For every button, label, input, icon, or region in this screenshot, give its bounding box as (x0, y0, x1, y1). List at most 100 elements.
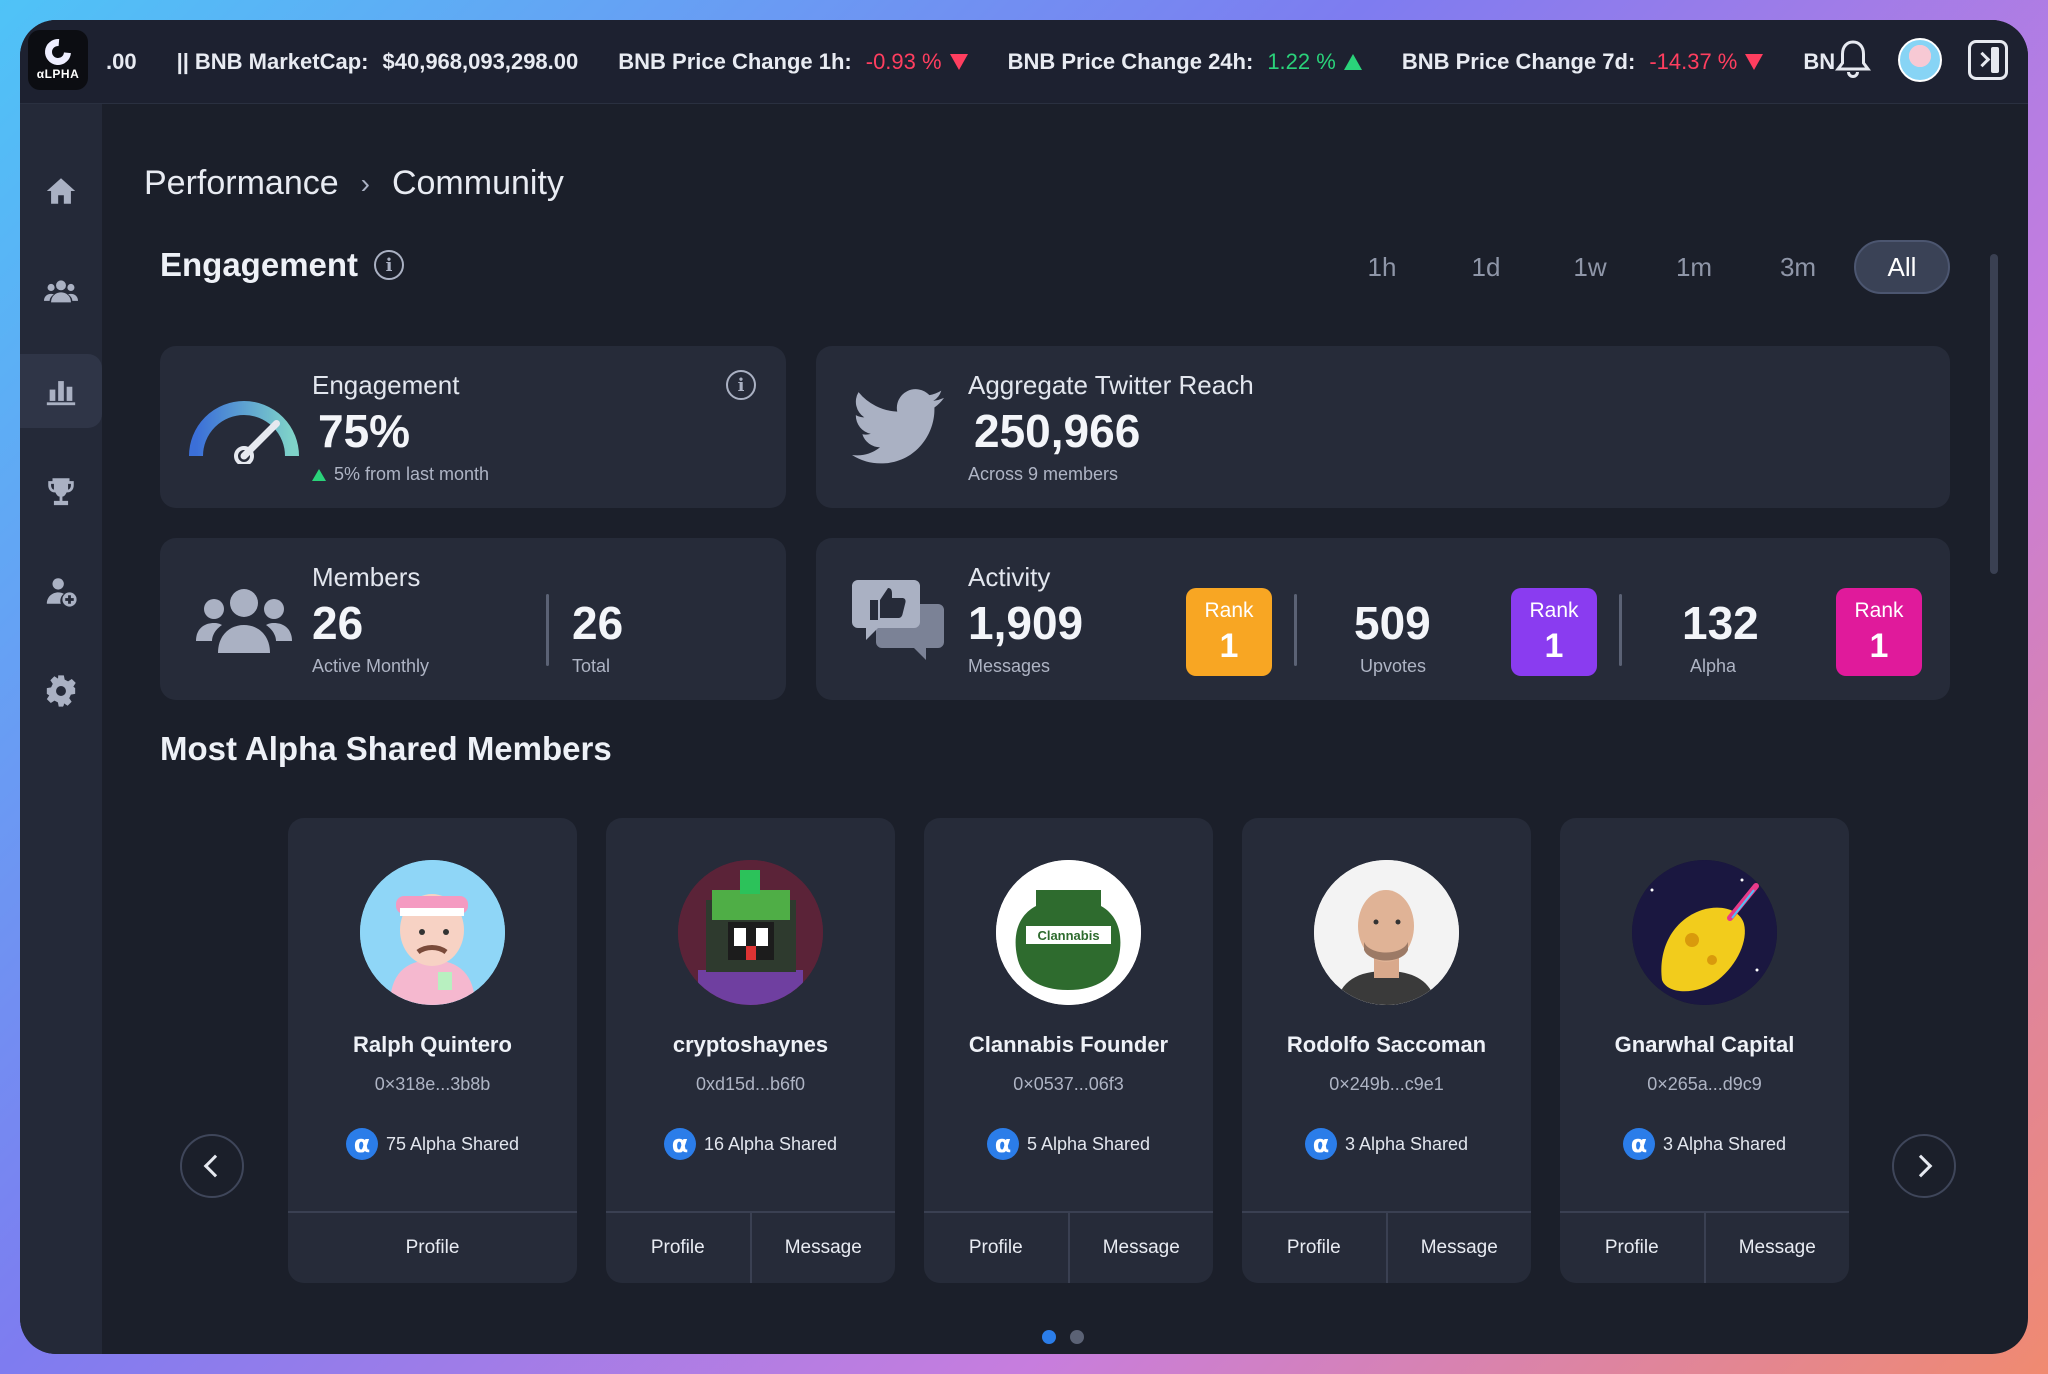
carousel-next-button[interactable] (1892, 1134, 1956, 1198)
scrollbar[interactable] (1990, 254, 1998, 574)
message-button[interactable]: Message (749, 1213, 896, 1283)
total-members-value: 26 (572, 597, 624, 649)
divider (1294, 594, 1297, 666)
ticker-lead-text: .00 (106, 49, 137, 74)
member-actions: Profile Message (1242, 1211, 1531, 1283)
user-avatar[interactable] (1898, 38, 1942, 82)
twitter-reach-value: 250,966 (974, 405, 1141, 457)
engagement-change: 5% from last month (312, 464, 489, 485)
chevron-left-icon (203, 1154, 227, 1178)
ticker-label: BNB Price Change 24h: (1007, 49, 1254, 74)
member-actions: Profile Message (1560, 1211, 1849, 1283)
ticker-label: BNB Price Change 1h: (618, 49, 852, 74)
member-avatar[interactable] (1632, 860, 1777, 1005)
info-icon[interactable]: i (374, 250, 405, 280)
profile-button[interactable]: Profile (924, 1213, 1068, 1283)
alpha-icon: α (1304, 1128, 1337, 1160)
message-button[interactable]: Message (1385, 1213, 1532, 1283)
rank-value: 1 (1219, 626, 1239, 665)
message-button[interactable]: Message (1067, 1213, 1214, 1283)
activity-card: Activity 1,909 Messages Rank 1 509 Upvot… (816, 538, 1950, 700)
member-name[interactable]: Rodolfo Saccoman (1242, 1032, 1531, 1058)
member-actions: Profile (288, 1211, 577, 1283)
breadcrumb-parent[interactable]: Performance (144, 164, 339, 203)
ticker-item-7d: BNB Price Change 7d: -14.37 % (1402, 49, 1764, 75)
rank-value: 1 (1869, 626, 1889, 665)
trophy-icon (48, 478, 74, 506)
member-name[interactable]: cryptoshaynes (606, 1032, 895, 1058)
alpha-icon: α (663, 1128, 696, 1160)
carousel-prev-button[interactable] (180, 1134, 244, 1198)
member-address: 0xd15d...b6f0 (695, 1074, 806, 1094)
rank-label: Rank (1529, 598, 1579, 622)
member-card: Ralph Quintero 0×318e...3b8b α 75 Alpha … (288, 818, 577, 1283)
member-avatar[interactable] (360, 860, 505, 1005)
member-alpha-count: α 5 Alpha Shared (924, 1128, 1213, 1160)
message-button[interactable]: Message (1703, 1213, 1850, 1283)
sidebar-item-invite[interactable] (20, 554, 102, 628)
active-members-label: Active Monthly (312, 656, 430, 676)
pagination-dot-2[interactable] (1070, 1330, 1084, 1344)
bell-icon[interactable] (1834, 39, 1872, 81)
price-ticker: .00 || BNB MarketCap: $40,968,093,298.00… (106, 20, 1836, 104)
sidebar-item-home[interactable] (20, 154, 102, 228)
profile-button[interactable]: Profile (1242, 1213, 1386, 1283)
chevron-right-icon (1909, 1154, 1933, 1178)
members-icon (196, 589, 292, 653)
sidebar-item-leaderboard[interactable] (20, 454, 102, 528)
breadcrumb: Performance › Community (144, 164, 564, 203)
chat-thumbs-up-icon (852, 580, 944, 660)
down-arrow-icon (1745, 54, 1764, 70)
member-card: Gnarwhal Capital 0×265a...d9c9 α 3 Alpha… (1560, 818, 1849, 1283)
range-all[interactable]: All (1854, 240, 1950, 294)
members-card: Members 26 Active Monthly 26 Total (160, 538, 786, 700)
alpha-rank-badge: Rank 1 (1836, 588, 1922, 676)
ticker-item-marketcap: || BNB MarketCap: $40,968,093,298.00 (177, 49, 579, 75)
member-avatar[interactable] (1314, 860, 1459, 1005)
profile-button[interactable]: Profile (288, 1213, 577, 1283)
ticker-label: BNB MarketCap: (194, 49, 369, 74)
member-card: cryptoshaynes 0xd15d...b6f0 α 16 Alpha S… (606, 818, 895, 1283)
member-avatar[interactable] (678, 860, 823, 1005)
engagement-label: Engagement (312, 370, 460, 400)
clannabis-logo-text: Clannabis (1037, 928, 1099, 943)
sidebar-item-performance[interactable] (20, 354, 102, 428)
member-address: 0×0537...06f3 (1013, 1074, 1124, 1094)
carousel-pagination (1042, 1330, 1084, 1344)
sidebar-item-community[interactable] (20, 254, 102, 328)
range-3m[interactable]: 3m (1750, 240, 1846, 294)
engagement-title: Engagement (160, 246, 359, 283)
alpha-label: Alpha (1690, 656, 1737, 676)
add-user-icon (46, 578, 77, 607)
ticker-label: BNB Price Change 7d: (1401, 49, 1636, 74)
range-1d[interactable]: 1d (1438, 240, 1534, 294)
range-1w[interactable]: 1w (1542, 240, 1638, 294)
panel-toggle-icon[interactable] (1968, 40, 2008, 80)
range-1m[interactable]: 1m (1646, 240, 1742, 294)
member-alpha-count: α 75 Alpha Shared (288, 1128, 577, 1160)
engagement-card: Engagement 75% 5% from last month i (160, 346, 786, 508)
rank-label: Rank (1854, 598, 1904, 622)
profile-button[interactable]: Profile (1560, 1213, 1704, 1283)
member-avatar[interactable]: Clannabis (996, 860, 1141, 1005)
member-name[interactable]: Gnarwhal Capital (1560, 1032, 1849, 1058)
sidebar-item-settings[interactable] (20, 654, 102, 728)
member-name[interactable]: Clannabis Founder (924, 1032, 1213, 1058)
members-label: Members (312, 562, 421, 592)
most-alpha-title: Most Alpha Shared Members (160, 730, 612, 767)
ticker-item-1h: BNB Price Change 1h: -0.93 % (618, 49, 968, 75)
profile-button[interactable]: Profile (606, 1213, 750, 1283)
pagination-dot-1[interactable] (1042, 1330, 1056, 1344)
member-alpha-count: α 3 Alpha Shared (1242, 1128, 1531, 1160)
active-members-value: 26 (312, 597, 364, 649)
member-name[interactable]: Ralph Quintero (288, 1032, 577, 1058)
info-icon[interactable]: i (726, 370, 756, 400)
top-bar: αLPHA .00 || BNB MarketCap: $40,968,093,… (20, 20, 2028, 104)
breadcrumb-current: Community (391, 164, 564, 202)
member-card: Clannabis Clannabis Founder 0×0537...06f… (924, 818, 1213, 1283)
ticker-value: 1.22 % (1267, 49, 1336, 74)
up-arrow-icon (312, 468, 326, 481)
top-right-actions (1834, 38, 2008, 82)
range-1h[interactable]: 1h (1334, 240, 1430, 294)
app-logo[interactable]: αLPHA (28, 30, 88, 90)
